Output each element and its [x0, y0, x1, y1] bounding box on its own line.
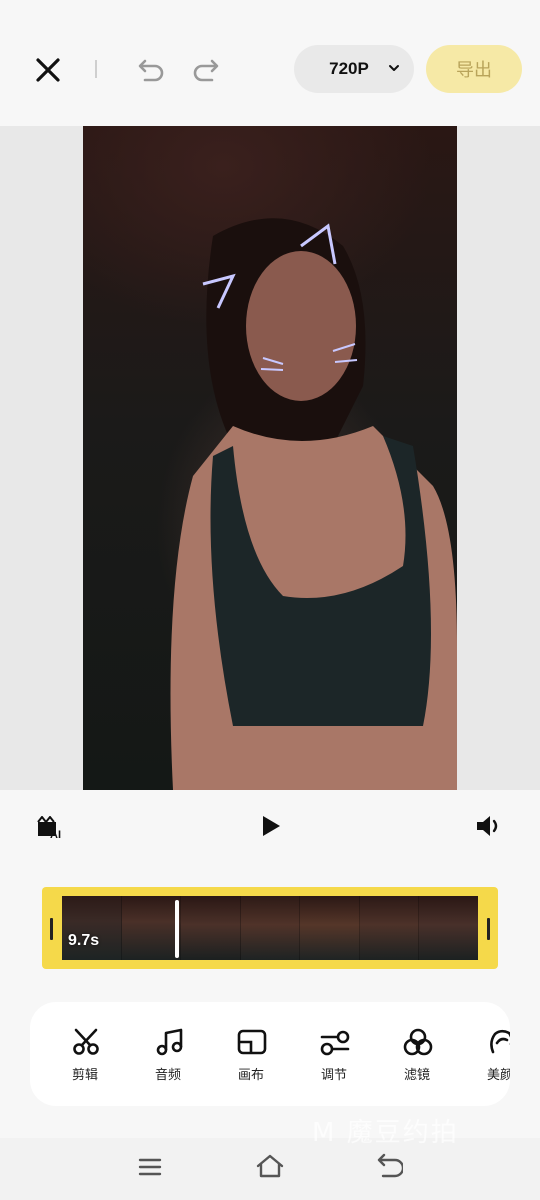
tool-cut[interactable]: 剪辑	[50, 1002, 120, 1106]
canvas-icon	[237, 1029, 267, 1055]
recent-apps-button[interactable]	[137, 1156, 163, 1178]
edit-toolbar: 剪辑 音频 画布 调节 滤镜 美颜	[30, 1002, 510, 1106]
ai-video-icon: AI	[37, 815, 61, 841]
video-preview[interactable]	[83, 126, 457, 790]
timeline-thumbnail	[419, 896, 478, 960]
tool-filter[interactable]: 滤镜	[382, 1002, 452, 1106]
redo-icon	[193, 59, 219, 82]
export-label: 导出	[456, 60, 492, 81]
menu-icon	[138, 1158, 162, 1176]
trim-handle-left[interactable]	[50, 918, 53, 940]
tool-label: 调节	[320, 1068, 347, 1083]
playhead[interactable]	[175, 900, 179, 958]
undo-button[interactable]	[131, 52, 167, 88]
beauty-face-icon	[490, 1029, 510, 1054]
tool-beauty[interactable]: 美颜	[465, 1002, 510, 1106]
timeline-thumbnail	[300, 896, 360, 960]
chevron-down-icon	[389, 65, 399, 71]
close-button[interactable]	[30, 52, 66, 88]
timeline-thumbnail	[240, 896, 301, 960]
tool-label: 音频	[154, 1068, 181, 1083]
svg-text:AI: AI	[50, 829, 61, 840]
timeline-thumbnail	[181, 896, 241, 960]
close-icon	[36, 58, 60, 82]
tool-label: 美颜	[486, 1068, 510, 1083]
play-button[interactable]	[258, 813, 284, 839]
sliders-icon	[320, 1030, 350, 1056]
filter-circles-icon	[403, 1028, 433, 1056]
watermark: M 魔豆约拍	[312, 1118, 459, 1148]
volume-icon	[477, 816, 498, 836]
tool-label: 剪辑	[71, 1068, 98, 1083]
music-note-icon	[156, 1028, 183, 1056]
timeline-thumbnails[interactable]	[62, 896, 478, 960]
timeline-thumbnail	[359, 896, 420, 960]
tool-adjust[interactable]: 调节	[299, 1002, 369, 1106]
scissors-icon	[73, 1028, 99, 1055]
home-button[interactable]	[255, 1152, 285, 1180]
tool-label: 滤镜	[403, 1068, 430, 1083]
timeline-thumbnail	[62, 896, 122, 960]
ai-video-button[interactable]: AI	[36, 815, 66, 841]
toolbar-divider	[95, 60, 97, 78]
play-icon	[263, 816, 280, 836]
tool-audio[interactable]: 音频	[133, 1002, 203, 1106]
timeline-thumbnail	[121, 896, 182, 960]
video-preview-area	[0, 126, 540, 790]
back-button[interactable]	[375, 1152, 405, 1180]
volume-button[interactable]	[475, 813, 505, 839]
tool-canvas[interactable]: 画布	[216, 1002, 286, 1106]
clip-duration: 9.7s	[68, 932, 100, 949]
resolution-select[interactable]: 720P	[294, 45, 414, 93]
back-icon	[377, 1153, 405, 1178]
resolution-value: 720P	[329, 59, 369, 78]
home-icon	[256, 1154, 284, 1178]
video-frame-illustration	[170, 218, 457, 790]
export-button[interactable]: 导出	[426, 45, 522, 93]
redo-button[interactable]	[190, 52, 226, 88]
trim-handle-right[interactable]	[487, 918, 490, 940]
undo-icon	[138, 59, 164, 82]
tool-label: 画布	[237, 1068, 264, 1083]
